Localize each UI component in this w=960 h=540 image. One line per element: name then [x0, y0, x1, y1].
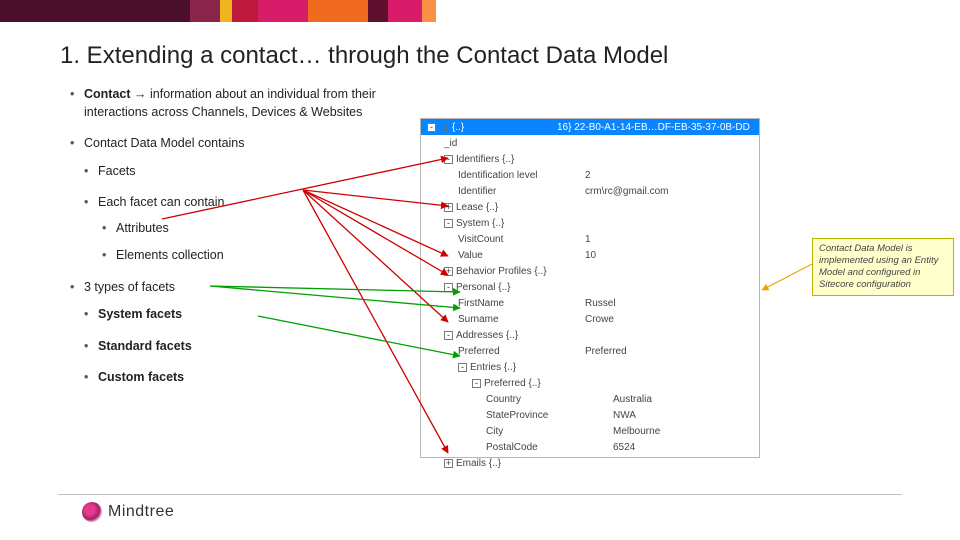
tree-row: FirstNameRussel — [421, 295, 759, 311]
collapse-icon: - — [444, 331, 453, 340]
slide-title: 1. Extending a contact… through the Cont… — [60, 42, 668, 70]
tree-row: +Lease {..} — [421, 199, 759, 215]
tree-row: -System {..} — [421, 215, 759, 231]
bullet-custom-facets: Custom facets — [84, 369, 430, 387]
tree-row: Identifiercrm\rc@gmail.com — [421, 183, 759, 199]
tree-row: CountryAustralia — [421, 391, 759, 407]
footer-divider — [58, 494, 902, 495]
collapse-icon: - — [444, 219, 453, 228]
collapse-icon: - — [472, 379, 481, 388]
callout-note: Contact Data Model is implemented using … — [812, 238, 954, 296]
collapse-icon: - — [444, 155, 453, 164]
bullet-each-facet: Each facet can contain Attributes Elemen… — [84, 194, 430, 265]
tree-row: PreferredPreferred — [421, 343, 759, 359]
logo-icon — [82, 502, 102, 522]
tree-row: -Preferred {..} — [421, 375, 759, 391]
tree-row: CityMelbourne — [421, 423, 759, 439]
bullet-content: Contact → information about an individua… — [70, 86, 430, 401]
tree-row: VisitCount1 — [421, 231, 759, 247]
bullet-cdm: Contact Data Model contains Facets Each … — [70, 135, 430, 265]
bullet-system-facets: System facets — [84, 306, 430, 324]
expand-icon: + — [444, 267, 453, 276]
tree-row: -Identifiers {..} — [421, 151, 759, 167]
bullet-contact: Contact → information about an individua… — [70, 86, 430, 121]
tree-row: Identification level2 — [421, 167, 759, 183]
bullet-attributes: Attributes — [98, 220, 430, 238]
tree-row: -Addresses {..} — [421, 327, 759, 343]
bullet-standard-facets: Standard facets — [84, 338, 430, 356]
tree-row: Value10 — [421, 247, 759, 263]
data-tree: -{..} 16} 22-B0-A1-14-EB…DF-EB-35-37-0B-… — [420, 118, 760, 458]
bullet-types: 3 types of facets System facets Standard… — [70, 279, 430, 387]
expand-icon: + — [444, 459, 453, 468]
tree-row: SurnameCrowe — [421, 311, 759, 327]
tree-row: PostalCode6524 — [421, 439, 759, 455]
bullet-facets: Facets — [84, 163, 430, 181]
expand-icon: + — [444, 203, 453, 212]
tree-row: StateProvinceNWA — [421, 407, 759, 423]
collapse-icon: - — [458, 363, 467, 372]
tree-row: +Behavior Profiles {..} — [421, 263, 759, 279]
tree-row: -{..} 16} 22-B0-A1-14-EB…DF-EB-35-37-0B-… — [421, 119, 759, 135]
tree-row: _id — [421, 135, 759, 151]
tree-row: +Emails {..} — [421, 455, 759, 471]
tree-row: -Entries {..} — [421, 359, 759, 375]
bullet-elements: Elements collection — [98, 247, 430, 265]
braces-icon — [439, 122, 449, 132]
tree-row: -Personal {..} — [421, 279, 759, 295]
logo-text: Mindtree — [108, 503, 174, 521]
brand-logo: Mindtree — [82, 502, 174, 522]
brand-stripe — [0, 0, 960, 22]
collapse-icon: - — [444, 283, 453, 292]
